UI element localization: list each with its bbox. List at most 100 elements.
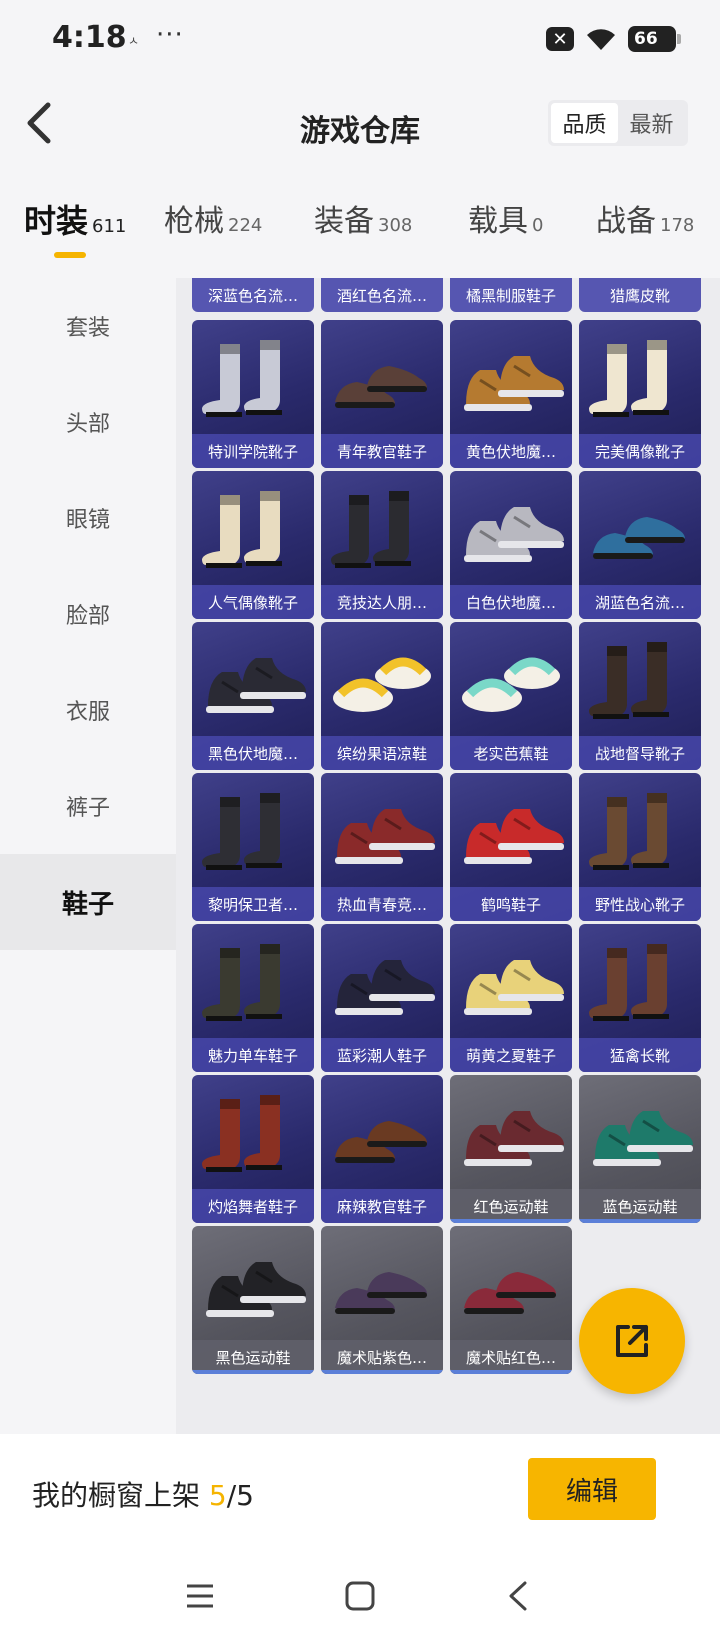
shoe-image [456, 485, 566, 585]
tab-label: 战备 [596, 204, 656, 239]
tab-count: 611 [92, 216, 127, 237]
tab-label: 时装 [24, 202, 89, 240]
item-card[interactable]: 黑色伏地魔… [192, 622, 314, 770]
shoe-image [585, 787, 695, 887]
header: 游戏仓库 品质 最新 [0, 80, 720, 170]
wifi-icon [587, 29, 615, 50]
item-card[interactable]: 黑色运动鞋 [192, 1226, 314, 1374]
rarity-bar [579, 1219, 701, 1223]
shoe-image [585, 334, 695, 434]
item-name: 黎明保卫者… [192, 887, 314, 921]
shoe-image [456, 1240, 566, 1340]
item-card[interactable]: 人气偶像靴子 [192, 471, 314, 619]
item-name: 灼焰舞者鞋子 [192, 1189, 314, 1223]
partial-item-label[interactable]: 酒红色名流… [321, 278, 443, 312]
item-card[interactable]: 湖蓝色名流… [579, 471, 701, 619]
item-card[interactable]: 野性战心靴子 [579, 773, 701, 921]
tab-vehicles[interactable]: 载具 0 [468, 196, 543, 240]
sidebar-item-glasses[interactable]: 眼镜 [0, 470, 176, 566]
recent-apps-button[interactable] [178, 1574, 222, 1618]
item-name: 蓝色运动鞋 [579, 1189, 701, 1223]
shoe-image [327, 1240, 437, 1340]
item-name: 野性战心靴子 [579, 887, 701, 921]
item-name: 人气偶像靴子 [192, 585, 314, 619]
item-card[interactable]: 蓝色运动鞋 [579, 1075, 701, 1223]
item-card[interactable]: 战地督导靴子 [579, 622, 701, 770]
tab-fashion[interactable]: 时装 611 [24, 196, 126, 242]
item-card[interactable]: 猛禽长靴 [579, 924, 701, 1072]
item-card[interactable]: 灼焰舞者鞋子 [192, 1075, 314, 1223]
system-nav-bar [0, 1554, 720, 1640]
edit-button[interactable]: 编辑 [528, 1458, 656, 1520]
tab-count: 178 [660, 215, 695, 236]
item-card[interactable]: 白色伏地魔… [450, 471, 572, 619]
sidebar-item-shoes[interactable]: 鞋子 [0, 854, 176, 950]
shoe-image [585, 1089, 695, 1189]
item-card[interactable]: 麻辣教官鞋子 [321, 1075, 443, 1223]
showcase-bar: 我的橱窗上架 5/5 编辑 [0, 1434, 720, 1554]
shoe-image [198, 485, 308, 585]
item-card[interactable]: 老实芭蕉鞋 [450, 622, 572, 770]
item-card[interactable]: 鹤鸣鞋子 [450, 773, 572, 921]
home-icon [345, 1581, 375, 1611]
item-card[interactable]: 黎明保卫者… [192, 773, 314, 921]
item-card[interactable]: 魔术贴紫色… [321, 1226, 443, 1374]
tab-guns[interactable]: 枪械 224 [164, 196, 262, 240]
showcase-status: 我的橱窗上架 5/5 [32, 1474, 254, 1514]
showcase-total: /5 [226, 1479, 254, 1512]
showcase-count: 5 [208, 1479, 227, 1512]
partial-item-label[interactable]: 深蓝色名流… [192, 278, 314, 312]
item-name: 鹤鸣鞋子 [450, 887, 572, 921]
battery-level: 66 [634, 29, 658, 49]
share-button[interactable] [579, 1288, 685, 1394]
partial-item-label[interactable]: 橘黑制服鞋子 [450, 278, 572, 312]
rarity-bar [450, 1219, 572, 1223]
item-card[interactable]: 红色运动鞋 [450, 1075, 572, 1223]
sidebar-item-clothes[interactable]: 衣服 [0, 662, 176, 758]
sidebar-item-sets[interactable]: 套装 [0, 278, 176, 374]
item-name: 魔术贴紫色… [321, 1340, 443, 1374]
tab-label: 枪械 [164, 204, 224, 239]
item-name: 湖蓝色名流… [579, 585, 701, 619]
item-card[interactable]: 魔术贴红色… [450, 1226, 572, 1374]
shoe-image [198, 334, 308, 434]
item-card[interactable]: 热血青春竞… [321, 773, 443, 921]
sidebar-item-head[interactable]: 头部 [0, 374, 176, 470]
item-name: 白色伏地魔… [450, 585, 572, 619]
shoe-image [198, 636, 308, 736]
status-bar: 4:18 ㅅ ··· ✕ 66 [0, 0, 720, 80]
item-grid: 深蓝色名流… 酒红色名流… 橘黑制服鞋子 猎鹰皮靴 特训学院靴子 青年教官鞋子 … [176, 278, 720, 1434]
item-card[interactable]: 黄色伏地魔… [450, 320, 572, 468]
shoe-image [456, 938, 566, 1038]
item-card[interactable]: 竞技达人朋… [321, 471, 443, 619]
battery-icon: 66 [628, 26, 681, 52]
sort-by-quality[interactable]: 品质 [551, 103, 618, 143]
item-name: 魅力单车鞋子 [192, 1038, 314, 1072]
category-tabs: 时装 611 枪械 224 装备 308 载具 0 战备 178 [0, 196, 720, 262]
system-back-button[interactable] [496, 1574, 540, 1618]
sort-by-newest[interactable]: 最新 [618, 103, 685, 143]
item-name: 蓝彩潮人鞋子 [321, 1038, 443, 1072]
tab-supplies[interactable]: 战备 178 [596, 196, 694, 240]
home-button[interactable] [338, 1574, 382, 1618]
sidebar-item-face[interactable]: 脸部 [0, 566, 176, 662]
shoe-image [198, 938, 308, 1038]
item-card[interactable]: 蓝彩潮人鞋子 [321, 924, 443, 1072]
item-card[interactable]: 魅力单车鞋子 [192, 924, 314, 1072]
item-name: 黄色伏地魔… [450, 434, 572, 468]
active-tab-indicator [54, 252, 86, 258]
partial-item-label[interactable]: 猎鹰皮靴 [579, 278, 701, 312]
tab-count: 0 [532, 215, 544, 236]
sidebar-item-pants[interactable]: 裤子 [0, 758, 176, 854]
item-card[interactable]: 青年教官鞋子 [321, 320, 443, 468]
item-card[interactable]: 完美偶像靴子 [579, 320, 701, 468]
status-app-icon: ㅅ [128, 34, 140, 48]
item-card[interactable]: 缤纷果语凉鞋 [321, 622, 443, 770]
shoe-image [456, 787, 566, 887]
item-card[interactable]: 特训学院靴子 [192, 320, 314, 468]
rarity-bar [450, 1370, 572, 1374]
tab-equipment[interactable]: 装备 308 [314, 196, 412, 240]
item-card[interactable]: 萌黄之夏鞋子 [450, 924, 572, 1072]
shoe-image [456, 1089, 566, 1189]
status-more-icon: ··· [156, 20, 184, 50]
